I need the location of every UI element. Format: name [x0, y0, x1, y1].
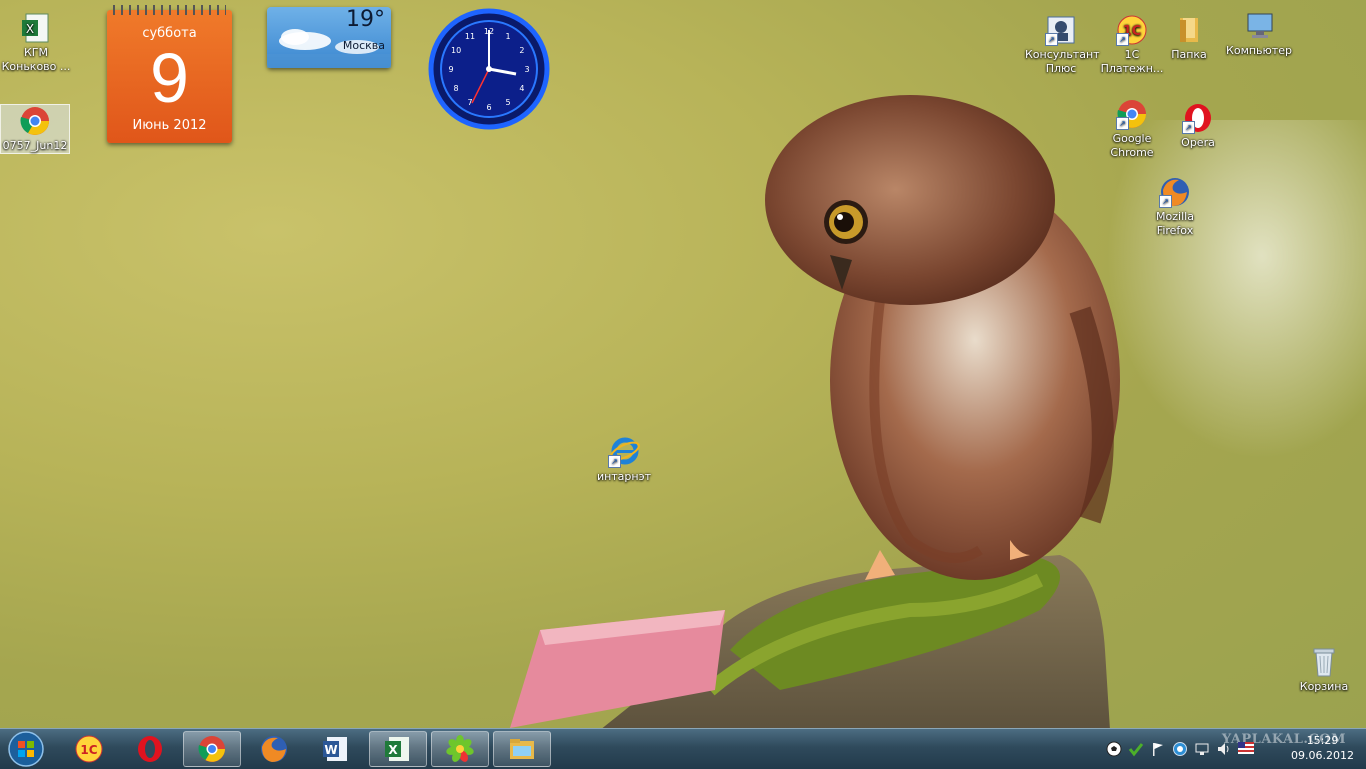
opera-icon: ↗	[1182, 102, 1214, 134]
desktop-icon-consultant[interactable]: ↗ Консультант Плюс	[1025, 14, 1100, 76]
shortcut-arrow-icon: ↗	[1116, 117, 1129, 130]
shortcut-arrow-icon: ↗	[1116, 33, 1129, 46]
desktop-icon-label: Папка	[1171, 48, 1207, 61]
word-icon: W	[323, 737, 347, 761]
computer-icon	[1243, 10, 1275, 42]
shortcut-arrow-icon: ↗	[608, 455, 621, 468]
1c-icon: 1C	[75, 735, 103, 763]
firefox-icon	[261, 736, 287, 762]
taskbar: 1C W X YAPLAKAL.COM 15:29 09.06.2012	[0, 728, 1366, 769]
svg-text:X: X	[26, 22, 34, 36]
desktop-icon-mozilla-firefox[interactable]: ↗ Mozilla Firefox	[1139, 176, 1211, 238]
chrome-icon: ↗	[1116, 98, 1148, 130]
network-icon[interactable]	[1194, 741, 1210, 757]
clock-numeral: 2	[519, 46, 524, 55]
chrome-icon	[198, 736, 225, 762]
svg-text:X: X	[388, 743, 398, 757]
weather-city: Москва	[342, 39, 385, 52]
owl-wallpaper-image	[510, 95, 1120, 728]
icq-icon	[446, 735, 474, 762]
taskbar-icq-button[interactable]	[431, 731, 489, 767]
svg-text:1C: 1C	[80, 743, 97, 757]
taskbar-clock[interactable]: 15:29 09.06.2012	[1291, 733, 1354, 763]
1c-icon: 1C ↗	[1116, 14, 1148, 46]
shortcut-arrow-icon: ↗	[1045, 33, 1058, 46]
desktop-icon-label: Opera	[1181, 136, 1215, 149]
explorer-icon	[510, 739, 534, 759]
antivirus-icon[interactable]	[1128, 741, 1144, 757]
excel-file-icon: X	[20, 12, 52, 44]
clock-gadget[interactable]: 121234567891011	[428, 8, 550, 130]
taskbar-explorer-button[interactable]	[493, 731, 551, 767]
taskbar-firefox-button[interactable]	[245, 731, 303, 767]
clock-numeral: 10	[451, 46, 461, 55]
system-tray: YAPLAKAL.COM 15:29 09.06.2012	[1096, 729, 1366, 769]
update-icon[interactable]	[1172, 741, 1188, 757]
desktop-icon-label: Google Chrome	[1110, 132, 1154, 159]
desktop-icon-label: интарнэт	[596, 470, 652, 483]
calendar-gadget[interactable]: суббота 9 Июнь 2012	[107, 5, 232, 143]
desktop-icon-label: Консультант Плюс	[1025, 48, 1100, 75]
clock-numeral: 8	[454, 84, 459, 93]
firefox-icon: ↗	[1159, 176, 1191, 208]
desktop-icon-folder[interactable]: Папка	[1154, 14, 1224, 62]
soccer-icon[interactable]	[1106, 741, 1122, 757]
desktop-icon-label: КГМ Коньково ...	[1, 46, 71, 73]
weather-gadget[interactable]: 19° Москва	[267, 7, 391, 68]
desktop-wallpaper: X КГМ Коньково ... 0757_Jun12 ↗ Консульт…	[0, 0, 1366, 728]
shortcut-arrow-icon: ↗	[1182, 121, 1195, 134]
flag-icon[interactable]	[1150, 741, 1166, 757]
desktop-icon-label: Корзина	[1299, 680, 1349, 693]
opera-icon	[138, 736, 162, 762]
clock-numeral: 6	[486, 103, 491, 112]
calendar-rings	[113, 5, 226, 15]
ie-icon: ↗	[608, 436, 640, 468]
chrome-icon	[19, 105, 51, 137]
clock-numeral: 9	[448, 65, 453, 74]
start-button[interactable]	[0, 731, 52, 767]
taskbar-clock-time: 15:29	[1306, 734, 1339, 747]
taskbar-chrome-button[interactable]	[183, 731, 241, 767]
desktop-icon-0757-jun12[interactable]: 0757_Jun12	[0, 104, 70, 154]
recycle-bin-icon	[1308, 646, 1340, 678]
desktop-icon-opera[interactable]: ↗ Opera	[1163, 102, 1233, 150]
windows-start-icon	[8, 731, 44, 767]
desktop-icon-google-chrome[interactable]: ↗ Google Chrome	[1096, 98, 1168, 160]
consultant-icon: ↗	[1045, 14, 1077, 46]
calendar-month-year: Июнь 2012	[132, 118, 207, 133]
desktop-icon-label: Mozilla Firefox	[1156, 210, 1194, 237]
svg-text:W: W	[324, 743, 337, 757]
clock-numeral: 5	[505, 98, 510, 107]
clock-numeral: 1	[505, 32, 510, 41]
volume-icon[interactable]	[1216, 741, 1232, 757]
taskbar-excel-button[interactable]: X	[369, 731, 427, 767]
taskbar-clock-date: 09.06.2012	[1291, 749, 1354, 762]
desktop-icon-recycle-bin[interactable]: Корзина	[1288, 646, 1360, 694]
desktop-icon-computer[interactable]: Компьютер	[1222, 10, 1296, 58]
language-flag-icon[interactable]	[1238, 742, 1254, 754]
weather-temperature: 19°	[346, 7, 385, 32]
calendar-day: 9	[150, 39, 189, 117]
desktop-icon-kgm-excel[interactable]: X КГМ Коньково ...	[0, 12, 72, 74]
clock-numeral: 3	[524, 65, 529, 74]
desktop-icon-internet[interactable]: ↗ интарнэт	[588, 436, 660, 484]
shortcut-arrow-icon: ↗	[1159, 195, 1172, 208]
folder-icon	[1173, 14, 1205, 46]
taskbar-1c-button[interactable]: 1C	[60, 731, 118, 767]
excel-icon: X	[385, 737, 409, 761]
taskbar-opera-button[interactable]	[121, 731, 179, 767]
clock-numeral: 4	[519, 84, 524, 93]
taskbar-word-button[interactable]: W	[307, 731, 365, 767]
clock-numeral: 11	[465, 32, 475, 41]
desktop-icon-label: Компьютер	[1226, 44, 1292, 57]
desktop-icon-label: 0757_Jun12	[2, 139, 68, 152]
